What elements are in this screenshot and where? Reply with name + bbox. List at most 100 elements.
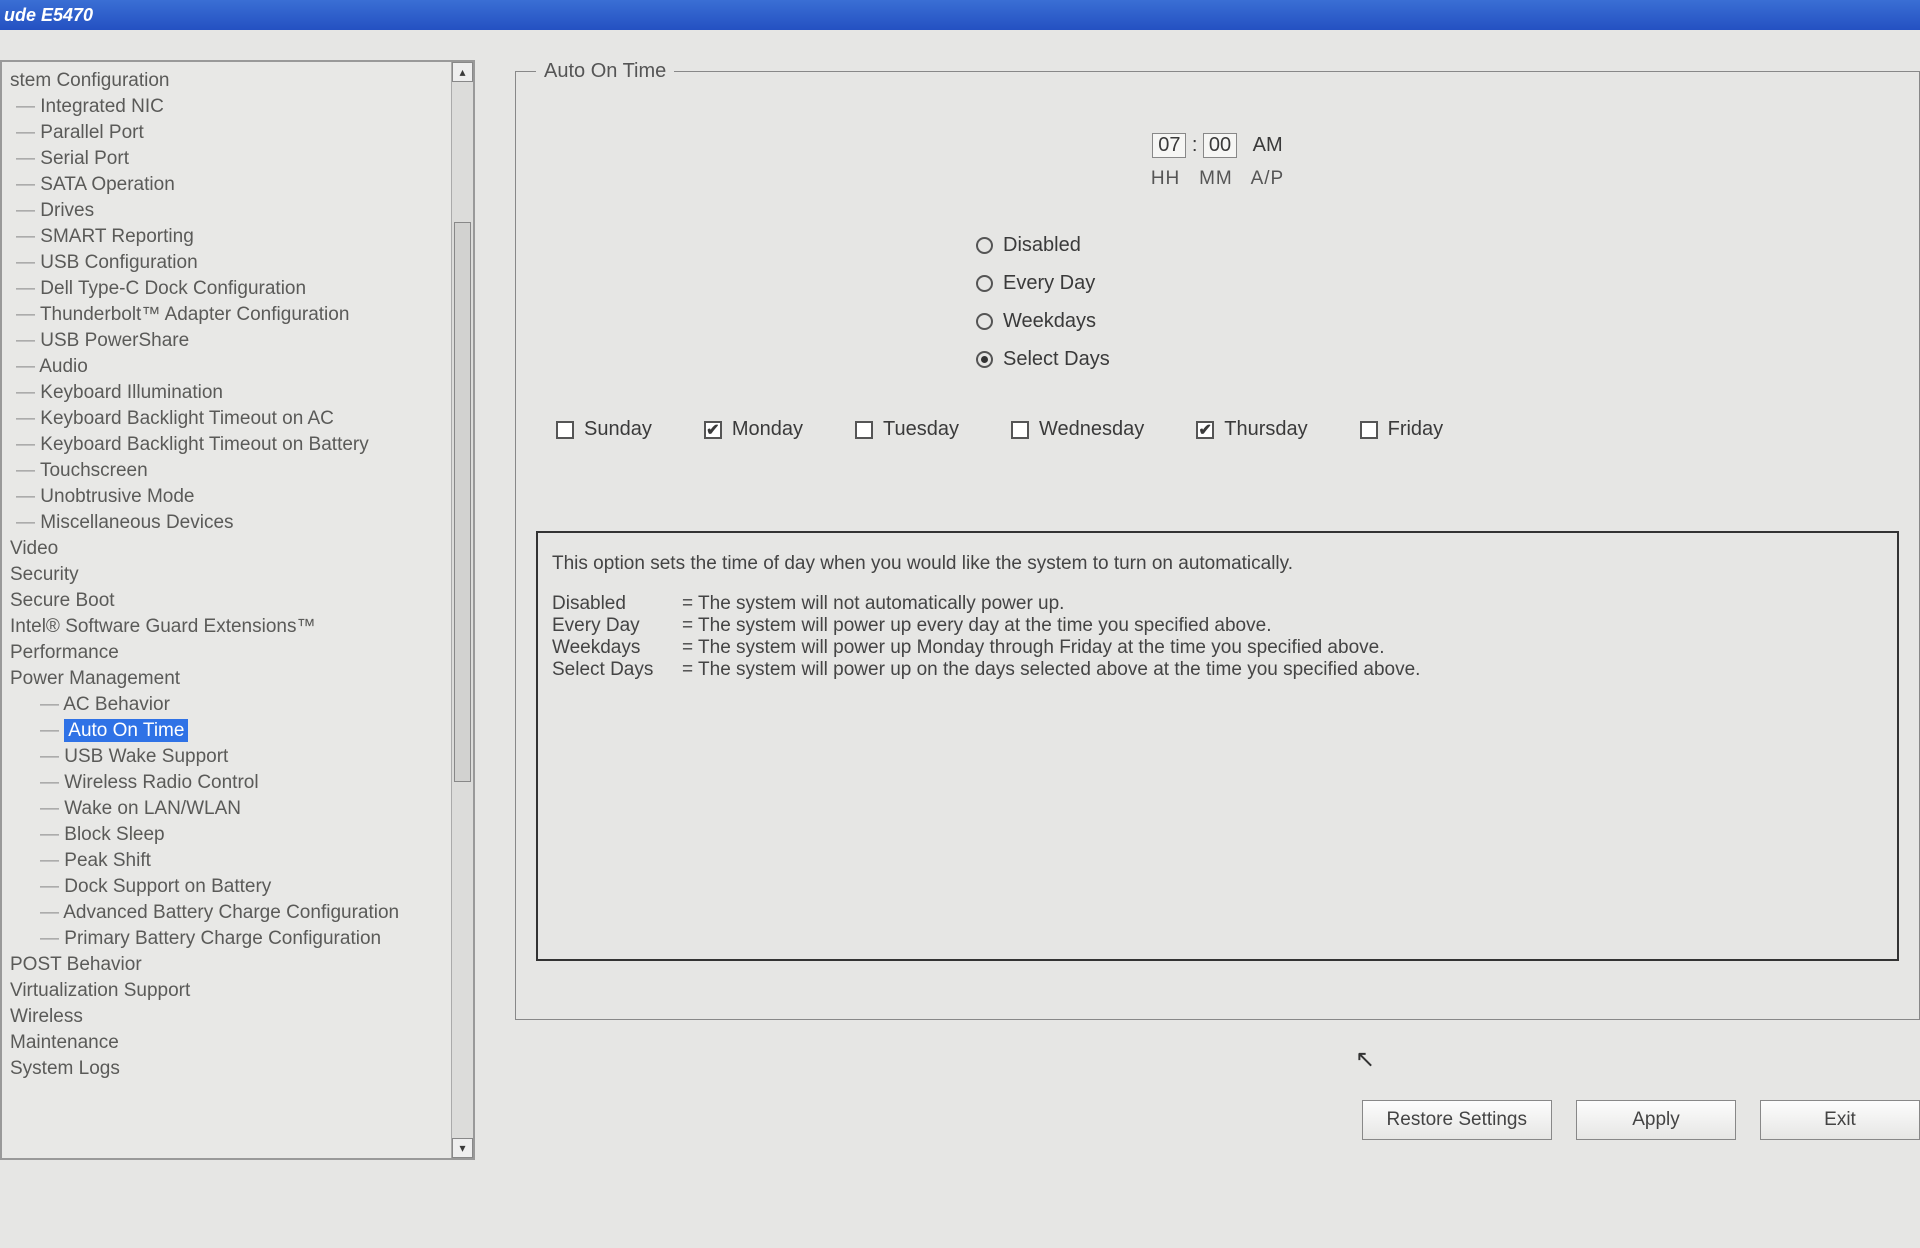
tree-item[interactable]: SMART Reporting [2, 224, 451, 250]
radio-icon[interactable] [976, 351, 993, 368]
tree-item[interactable]: Block Sleep [2, 822, 451, 848]
cursor-icon: ↖ [1355, 1045, 1375, 1074]
day-option[interactable]: ✔ Thursday [1196, 418, 1307, 441]
schedule-option[interactable]: Every Day [976, 264, 1899, 302]
tree-item[interactable]: Keyboard Backlight Timeout on Battery [2, 432, 451, 458]
tree-item[interactable]: Keyboard Backlight Timeout on AC [2, 406, 451, 432]
tree-item[interactable]: Thunderbolt™ Adapter Configuration [2, 302, 451, 328]
radio-label: Every Day [1003, 264, 1095, 302]
checkbox-icon[interactable] [1011, 421, 1029, 439]
tree-category[interactable]: Wireless [2, 1004, 451, 1030]
tree-category[interactable]: stem Configuration [2, 68, 451, 94]
checkbox-icon[interactable]: ✔ [1196, 421, 1214, 439]
checkbox-label: Thursday [1224, 418, 1307, 441]
tree-item[interactable]: Drives [2, 198, 451, 224]
tree-category[interactable]: Video [2, 536, 451, 562]
tree-item[interactable]: Peak Shift [2, 848, 451, 874]
time-mm-input[interactable]: 00 [1203, 133, 1237, 158]
tree-item[interactable]: Dell Type-C Dock Configuration [2, 276, 451, 302]
checkbox-icon[interactable] [1360, 421, 1378, 439]
tree-category[interactable]: System Logs [2, 1056, 451, 1082]
fieldset-legend: Auto On Time [536, 60, 674, 83]
tree-item[interactable]: Touchscreen [2, 458, 451, 484]
tree-category[interactable]: Security [2, 562, 451, 588]
schedule-option[interactable]: Select Days [976, 340, 1899, 378]
description-row: Select Days= The system will power up on… [552, 659, 1883, 681]
description-row: Disabled= The system will not automatica… [552, 593, 1883, 615]
time-ampm-input[interactable]: AM [1253, 134, 1283, 156]
tree-item[interactable]: Unobtrusive Mode [2, 484, 451, 510]
tree-category[interactable]: Performance [2, 640, 451, 666]
settings-tree-panel: stem ConfigurationIntegrated NICParallel… [0, 60, 475, 1160]
radio-label: Select Days [1003, 340, 1110, 378]
tree-category[interactable]: POST Behavior [2, 952, 451, 978]
tree-category[interactable]: Secure Boot [2, 588, 451, 614]
day-option[interactable]: Tuesday [855, 418, 959, 441]
description-intro: This option sets the time of day when yo… [552, 553, 1883, 575]
checkbox-icon[interactable] [556, 421, 574, 439]
tree-item[interactable]: USB Wake Support [2, 744, 451, 770]
day-option[interactable]: Sunday [556, 418, 652, 441]
radio-label: Weekdays [1003, 302, 1096, 340]
day-option[interactable]: Wednesday [1011, 418, 1144, 441]
day-checkbox-row: Sunday ✔ Monday Tuesday Wednesday ✔ Thursday Fr… [556, 418, 1899, 441]
apply-button[interactable]: Apply [1576, 1100, 1736, 1140]
radio-icon[interactable] [976, 275, 993, 292]
checkbox-label: Wednesday [1039, 418, 1144, 441]
tree-item[interactable]: Primary Battery Charge Configuration [2, 926, 451, 952]
checkbox-icon[interactable] [855, 421, 873, 439]
schedule-option[interactable]: Disabled [976, 226, 1899, 264]
scroll-thumb[interactable] [454, 222, 471, 782]
tree-item[interactable]: Miscellaneous Devices [2, 510, 451, 536]
main-area: stem ConfigurationIntegrated NICParallel… [0, 30, 1920, 1160]
tree-item[interactable]: SATA Operation [2, 172, 451, 198]
window-title: ude E5470 [4, 5, 93, 25]
tree-item[interactable]: Integrated NIC [2, 94, 451, 120]
tree-category[interactable]: Intel® Software Guard Extensions™ [2, 614, 451, 640]
checkbox-label: Tuesday [883, 418, 959, 441]
time-input-row: 07 : 00 AM [536, 133, 1899, 158]
window-titlebar: ude E5470 [0, 0, 1920, 30]
checkbox-label: Friday [1388, 418, 1444, 441]
tree-item[interactable]: Dock Support on Battery [2, 874, 451, 900]
auto-on-time-fieldset: Auto On Time 07 : 00 AM HH MM A/P Disabl… [515, 60, 1920, 1020]
description-table: Disabled= The system will not automatica… [552, 593, 1883, 681]
checkbox-label: Sunday [584, 418, 652, 441]
tree-item[interactable]: USB Configuration [2, 250, 451, 276]
restore-settings-button[interactable]: Restore Settings [1362, 1100, 1552, 1140]
tree-item[interactable]: Parallel Port [2, 120, 451, 146]
schedule-option[interactable]: Weekdays [976, 302, 1899, 340]
checkbox-icon[interactable]: ✔ [704, 421, 722, 439]
exit-button[interactable]: Exit [1760, 1100, 1920, 1140]
settings-tree[interactable]: stem ConfigurationIntegrated NICParallel… [2, 62, 451, 1158]
day-option[interactable]: Friday [1360, 418, 1444, 441]
time-hh-input[interactable]: 07 [1152, 133, 1186, 158]
schedule-radio-group: DisabledEvery DayWeekdaysSelect Days [976, 226, 1899, 378]
tree-category[interactable]: Maintenance [2, 1030, 451, 1056]
description-row: Every Day= The system will power up ever… [552, 615, 1883, 637]
content-panel: Auto On Time 07 : 00 AM HH MM A/P Disabl… [515, 60, 1920, 1160]
time-labels: HH MM A/P [536, 168, 1899, 190]
tree-scrollbar[interactable]: ▴ ▾ [451, 62, 473, 1158]
tree-category[interactable]: Virtualization Support [2, 978, 451, 1004]
scroll-down-button[interactable]: ▾ [452, 1138, 473, 1158]
tree-item[interactable]: USB PowerShare [2, 328, 451, 354]
tree-item[interactable]: Wireless Radio Control [2, 770, 451, 796]
tree-item[interactable]: Wake on LAN/WLAN [2, 796, 451, 822]
tree-item[interactable]: Serial Port [2, 146, 451, 172]
tree-category[interactable]: Power Management [2, 666, 451, 692]
checkbox-label: Monday [732, 418, 803, 441]
scroll-up-button[interactable]: ▴ [452, 62, 473, 82]
tree-item[interactable]: Auto On Time [2, 718, 451, 744]
footer-buttons: Restore Settings Apply Exit [1362, 1100, 1920, 1140]
tree-item[interactable]: AC Behavior [2, 692, 451, 718]
tree-item[interactable]: Audio [2, 354, 451, 380]
radio-label: Disabled [1003, 226, 1081, 264]
tree-item[interactable]: Advanced Battery Charge Configuration [2, 900, 451, 926]
radio-icon[interactable] [976, 313, 993, 330]
tree-item[interactable]: Keyboard Illumination [2, 380, 451, 406]
description-row: Weekdays= The system will power up Monda… [552, 637, 1883, 659]
day-option[interactable]: ✔ Monday [704, 418, 803, 441]
description-box: This option sets the time of day when yo… [536, 531, 1899, 961]
radio-icon[interactable] [976, 237, 993, 254]
